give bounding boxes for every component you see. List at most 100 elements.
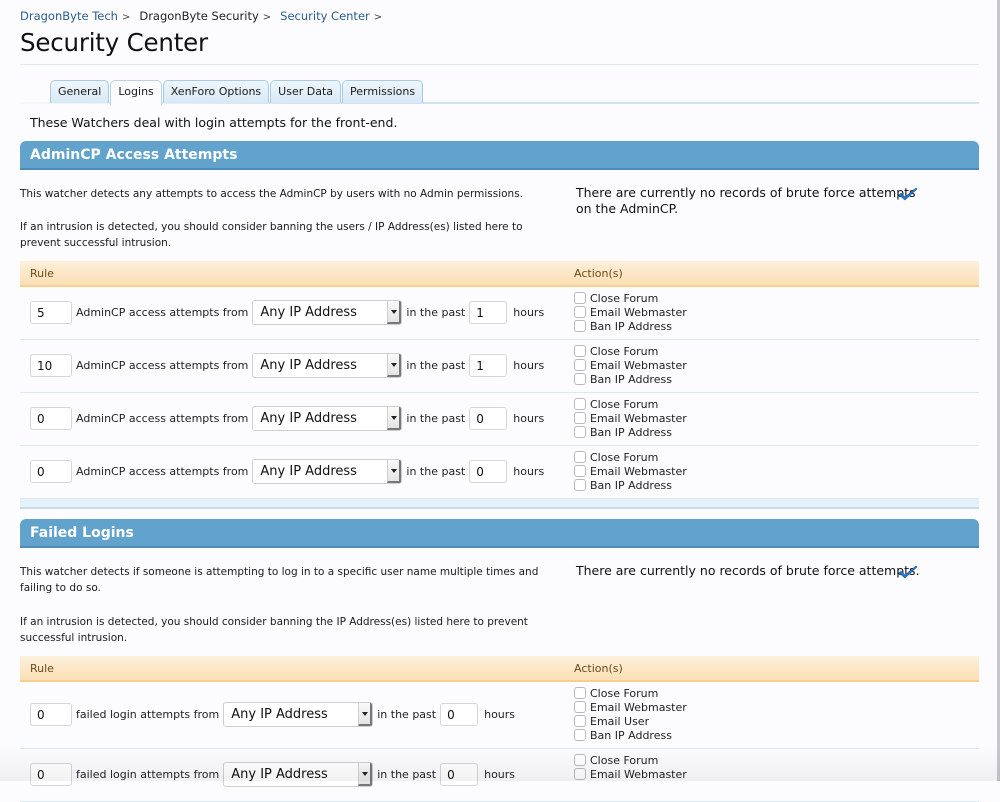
in-the-past-label: in the past [406, 359, 466, 372]
action-option[interactable]: Close Forum [574, 397, 687, 411]
action-label: Email Webmaster [590, 464, 687, 478]
hours-unit-label: hours [484, 768, 516, 781]
ip-address-select-value: Any IP Address [231, 707, 328, 722]
attempts-count-input[interactable] [30, 301, 72, 324]
column-actions: Action(s) [574, 267, 623, 280]
attempts-count-input[interactable] [30, 460, 72, 483]
action-label: Ban IP Address [590, 372, 672, 386]
action-label: Ban IP Address [590, 319, 672, 333]
ip-address-select[interactable]: Any IP Address [252, 353, 403, 378]
action-option[interactable]: Email Webmaster [574, 700, 687, 714]
action-checkbox[interactable] [574, 701, 586, 713]
status-message: There are currently no records of brute … [576, 563, 920, 578]
action-option[interactable]: Email Webmaster [574, 464, 687, 478]
action-checkbox[interactable] [574, 373, 586, 385]
action-option[interactable]: Close Forum [574, 686, 687, 700]
ip-address-select[interactable]: Any IP Address [223, 762, 374, 787]
action-checkbox[interactable] [574, 465, 586, 477]
chevron-down-icon[interactable] [387, 460, 402, 483]
ip-address-select-value: Any IP Address [260, 305, 357, 320]
tab-xenforo-options[interactable]: XenForo Options [162, 80, 270, 103]
ip-address-select-value: Any IP Address [231, 767, 328, 782]
attempts-count-input[interactable] [30, 354, 72, 377]
hours-input[interactable] [440, 703, 479, 726]
chevron-down-icon[interactable] [358, 703, 373, 726]
action-option[interactable]: Email Webmaster [574, 411, 687, 425]
action-option[interactable]: Ban IP Address [574, 319, 687, 333]
action-option[interactable]: Email Webmaster [574, 767, 687, 781]
hours-input[interactable] [469, 354, 508, 377]
hours-input[interactable] [469, 407, 508, 430]
attempts-count-input[interactable] [30, 407, 72, 430]
in-the-past-label: in the past [406, 306, 466, 319]
breadcrumb-security-center[interactable]: Security Center [280, 9, 370, 23]
action-checkbox[interactable] [574, 292, 586, 304]
action-option[interactable]: Close Forum [574, 450, 687, 464]
ip-address-select[interactable]: Any IP Address [252, 406, 403, 431]
action-checkbox[interactable] [574, 754, 586, 766]
attempts-count-input[interactable] [30, 763, 72, 786]
action-label: Close Forum [590, 344, 659, 358]
hours-input[interactable] [469, 460, 508, 483]
chevron-down-icon[interactable] [387, 354, 402, 377]
action-checkbox[interactable] [574, 687, 586, 699]
section-description: This watcher detects any attempts to acc… [20, 188, 524, 200]
chevron-down-icon[interactable] [387, 407, 402, 430]
action-checkbox[interactable] [574, 320, 586, 332]
action-label: Ban IP Address [590, 728, 672, 742]
in-the-past-label: in the past [377, 768, 437, 781]
tab-permissions[interactable]: Permissions [342, 80, 424, 103]
action-option[interactable]: Close Forum [574, 753, 687, 767]
tab-user-data[interactable]: User Data [270, 80, 342, 103]
breadcrumb-dragonbyte-security[interactable]: DragonByte Security [139, 9, 258, 23]
action-option[interactable]: Email Webmaster [574, 358, 687, 372]
actions-list: Close Forum Email Webmaster Ban IP Address [574, 397, 687, 439]
action-checkbox[interactable] [574, 398, 586, 410]
action-checkbox[interactable] [574, 359, 586, 371]
action-option[interactable]: Close Forum [574, 291, 687, 305]
action-option[interactable]: Close Forum [574, 344, 687, 358]
table-footer [20, 499, 979, 509]
action-checkbox[interactable] [574, 715, 586, 727]
section-advice: If an intrusion is detected, you should … [20, 616, 528, 644]
rule-text: failed login attempts from [76, 708, 220, 721]
action-checkbox[interactable] [574, 412, 586, 424]
action-checkbox[interactable] [574, 345, 586, 357]
chevron-down-icon[interactable] [358, 763, 373, 786]
hours-unit-label: hours [513, 306, 545, 319]
action-label: Close Forum [590, 686, 659, 700]
status-message: There are currently no records of brute … [576, 185, 916, 216]
tab-general[interactable]: General [50, 80, 110, 103]
actions-list: Close Forum Email Webmaster Email User Ban … [574, 686, 687, 742]
ip-address-select[interactable]: Any IP Address [252, 300, 403, 325]
action-option[interactable]: Ban IP Address [574, 728, 687, 742]
action-option[interactable]: Email User [574, 714, 687, 728]
rule-row: AdminCP access attempts from Any IP Addre… [20, 340, 979, 393]
ip-address-select-value: Any IP Address [260, 464, 357, 479]
rule-row: failed login attempts from Any IP Address… [20, 749, 979, 802]
action-checkbox[interactable] [574, 768, 586, 780]
action-option[interactable]: Ban IP Address [574, 372, 687, 386]
action-checkbox[interactable] [574, 426, 586, 438]
action-checkbox[interactable] [574, 451, 586, 463]
hours-input[interactable] [469, 301, 508, 324]
action-checkbox[interactable] [574, 729, 586, 741]
action-option[interactable]: Email Webmaster [574, 305, 687, 319]
action-checkbox[interactable] [574, 306, 586, 318]
chevron-down-icon[interactable] [387, 301, 402, 324]
ip-address-select[interactable]: Any IP Address [252, 459, 403, 484]
attempts-count-input[interactable] [30, 703, 72, 726]
ip-address-select[interactable]: Any IP Address [223, 702, 374, 727]
hours-input[interactable] [440, 763, 479, 786]
action-label: Close Forum [590, 753, 659, 767]
check-icon [897, 186, 919, 204]
tab-logins[interactable]: Logins [110, 80, 162, 105]
in-the-past-label: in the past [406, 465, 466, 478]
action-label: Close Forum [590, 397, 659, 411]
action-checkbox[interactable] [574, 479, 586, 491]
breadcrumb-dragonbyte-tech[interactable]: DragonByte Tech [20, 9, 118, 23]
action-option[interactable]: Ban IP Address [574, 478, 687, 492]
ip-address-select-value: Any IP Address [260, 411, 357, 426]
hours-unit-label: hours [513, 359, 545, 372]
action-option[interactable]: Ban IP Address [574, 425, 687, 439]
